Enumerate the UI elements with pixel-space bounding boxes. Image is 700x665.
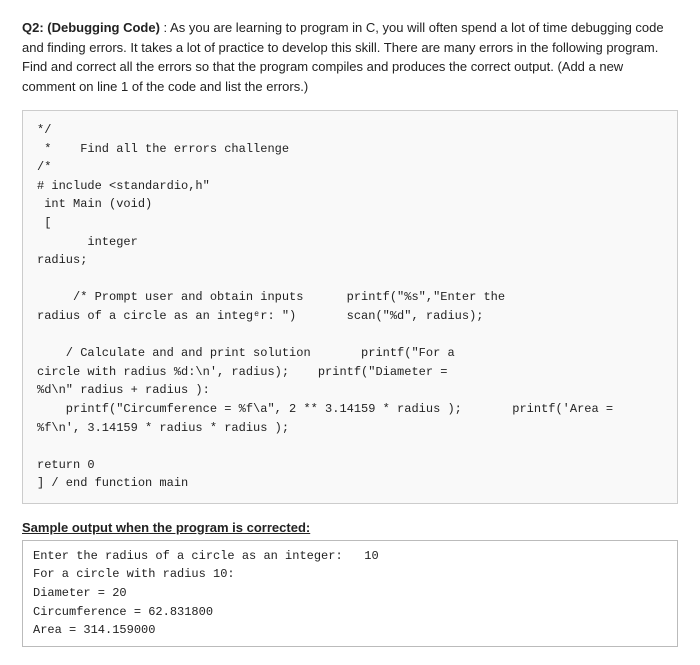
code-block: */ * Find all the errors challenge /* # … xyxy=(22,110,678,504)
question-text: Q2: (Debugging Code) : As you are learni… xyxy=(22,18,678,96)
sample-output: Enter the radius of a circle as an integ… xyxy=(22,540,678,647)
question-label: Q2: (Debugging Code) xyxy=(22,20,160,35)
sample-label: Sample output when the program is correc… xyxy=(22,520,678,535)
